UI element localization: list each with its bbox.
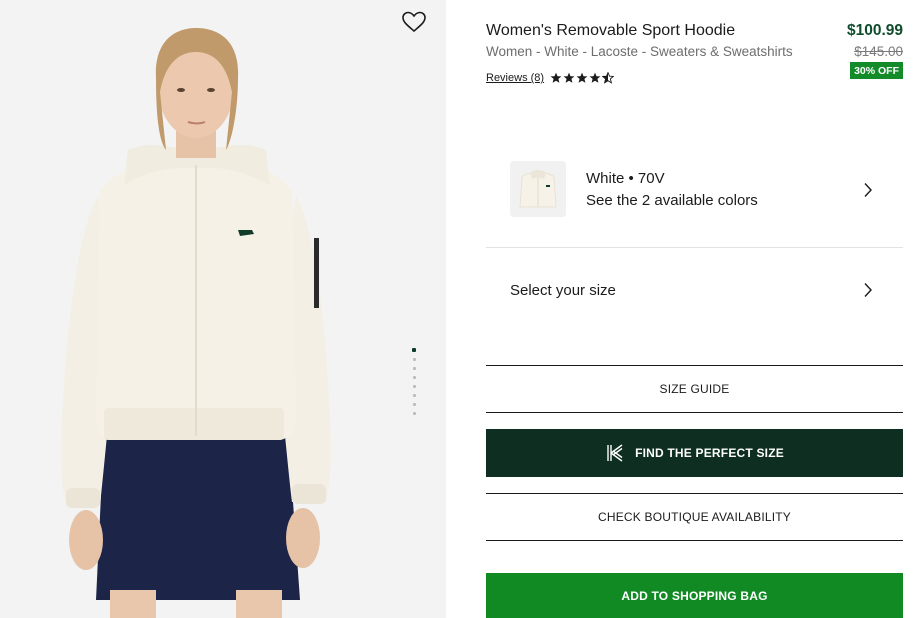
- chevron-right-icon: [864, 183, 872, 197]
- star-icon: [576, 72, 588, 83]
- product-title: Women's Removable Sport Hoodie: [486, 22, 736, 39]
- size-selector[interactable]: Select your size: [486, 248, 903, 334]
- chevron-right-icon: [864, 283, 872, 297]
- gallery-pagination: [410, 348, 418, 421]
- gallery-dot[interactable]: [412, 348, 416, 352]
- star-icon: [550, 72, 562, 83]
- size-guide-label: SIZE GUIDE: [659, 382, 730, 396]
- discount-badge: 30% OFF: [850, 62, 903, 79]
- available-colors-text: See the 2 available colors: [586, 192, 758, 209]
- gallery-dot[interactable]: [412, 385, 416, 388]
- product-gallery[interactable]: [0, 0, 446, 618]
- add-to-bag-button[interactable]: ADD TO SHOPPING BAG: [486, 573, 903, 618]
- select-size-label: Select your size: [510, 282, 616, 299]
- find-perfect-size-button[interactable]: FIND THE PERFECT SIZE: [486, 429, 903, 477]
- add-to-bag-label: ADD TO SHOPPING BAG: [621, 589, 768, 603]
- star-half-icon: [602, 72, 615, 84]
- color-selector[interactable]: White • 70V See the 2 available colors: [486, 152, 903, 248]
- check-boutique-label: CHECK BOUTIQUE AVAILABILITY: [597, 510, 791, 524]
- heart-outline-icon[interactable]: [401, 10, 427, 34]
- reviews-link[interactable]: Reviews (8): [486, 72, 544, 84]
- gallery-dot[interactable]: [412, 394, 416, 397]
- size-guide-button[interactable]: SIZE GUIDE: [486, 365, 903, 413]
- reviews-summary: Reviews (8): [486, 72, 615, 84]
- current-price: $100.99: [846, 22, 903, 39]
- product-photo: [0, 0, 446, 618]
- gallery-dot[interactable]: [412, 358, 416, 361]
- star-icon: [563, 72, 575, 83]
- color-thumbnail: [510, 161, 566, 217]
- gallery-dot[interactable]: [412, 412, 416, 415]
- gallery-dot[interactable]: [412, 376, 416, 379]
- gallery-dot[interactable]: [412, 403, 416, 406]
- product-breadcrumb: Women - White - Lacoste - Sweaters & Swe…: [486, 44, 793, 59]
- find-perfect-size-label: FIND THE PERFECT SIZE: [635, 446, 784, 460]
- original-price: $145.00: [854, 44, 903, 59]
- star-icon: [589, 72, 601, 83]
- selected-color-name: White • 70V: [586, 170, 665, 187]
- star-rating: [550, 72, 615, 84]
- gallery-dot[interactable]: [412, 367, 416, 370]
- check-boutique-availability-button[interactable]: CHECK BOUTIQUE AVAILABILITY: [486, 493, 903, 541]
- fit-finder-k-icon: [607, 444, 623, 462]
